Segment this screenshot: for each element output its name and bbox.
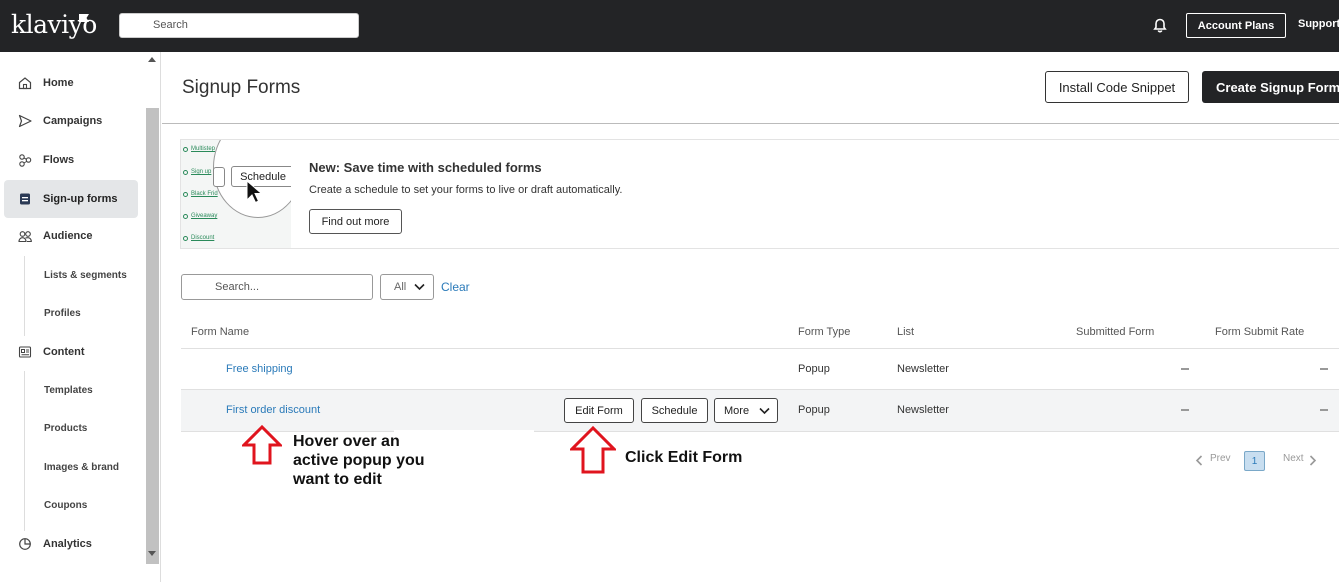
sidebar-subitem-images-brand[interactable]: Images & brand [44, 462, 119, 473]
table-header-divider [181, 348, 1339, 349]
chevron-left-icon[interactable] [1195, 455, 1203, 466]
cursor-icon [246, 180, 262, 204]
column-header-list[interactable]: List [897, 326, 914, 338]
sidebar-item-analytics[interactable]: Analytics [0, 525, 140, 563]
page-title: Signup Forms [182, 77, 301, 98]
submit-rate-empty-dash [1320, 409, 1328, 411]
form-list-cell: Newsletter [897, 404, 949, 416]
install-code-snippet-button[interactable]: Install Code Snippet [1045, 71, 1189, 103]
sidebar-item-sign-up-forms[interactable]: Sign-up forms [4, 180, 138, 218]
sidebar-item-label: Campaigns [43, 115, 103, 127]
status-filter-select[interactable]: All [380, 274, 434, 300]
scroll-down-arrow-icon[interactable] [148, 551, 156, 556]
hover-instruction-note: Hover over an active popup you want to e… [293, 432, 425, 489]
banner-title: New: Save time with scheduled forms [309, 160, 542, 175]
prev-page-button[interactable]: Prev [1210, 453, 1231, 464]
sidebar-item-label: Audience [43, 230, 93, 242]
sidebar-item-home[interactable]: Home [0, 64, 140, 102]
form-list-cell: Newsletter [897, 363, 949, 375]
banner-description: Create a schedule to set your forms to l… [309, 184, 623, 196]
search-icon [132, 20, 142, 30]
forms-search-input[interactable]: Search... [181, 274, 373, 300]
sidebar-subitem-lists-segments[interactable]: Lists & segments [44, 270, 127, 281]
create-signup-form-button[interactable]: Create Signup Form [1202, 71, 1339, 103]
column-header-form-type[interactable]: Form Type [798, 326, 850, 338]
form-name-link[interactable]: First order discount [226, 404, 320, 416]
sidebar-item-label: Analytics [43, 538, 92, 550]
illustration-list-item: Black Frid [183, 191, 218, 197]
sidebar-item-audience[interactable]: Audience [0, 217, 140, 255]
people-icon [18, 231, 32, 243]
scroll-up-arrow-icon[interactable] [148, 57, 156, 62]
chevron-right-icon[interactable] [1309, 455, 1317, 466]
chevron-down-icon [759, 407, 770, 415]
illustration-toggle [213, 167, 225, 187]
sidebar-item-content[interactable]: Content [0, 333, 140, 371]
support-link[interactable]: Support [1298, 18, 1339, 30]
scheduled-forms-banner: Multistep Sign up Black Frid Giveaway Di… [180, 139, 1339, 249]
illustration-list-item: Discount [183, 235, 214, 241]
content-icon [18, 346, 32, 358]
submitted-form-empty-dash [1181, 368, 1189, 370]
hover-note-line: Hover over an [293, 433, 400, 450]
sidebar: Home Campaigns Flows Sign-up forms Audie… [0, 52, 161, 582]
more-actions-label: More [724, 404, 750, 417]
sidebar-item-campaigns[interactable]: Campaigns [0, 102, 140, 140]
sidebar-item-flows[interactable]: Flows [0, 141, 140, 179]
sidebar-scrollbar-thumb[interactable] [146, 108, 159, 564]
sidebar-item-label: Flows [43, 154, 75, 166]
schedule-button[interactable]: Schedule [641, 398, 708, 423]
form-icon [20, 193, 30, 205]
submitted-form-empty-dash [1181, 409, 1189, 411]
top-bar: klaviyo Search Account Plans Support [0, 0, 1339, 52]
status-filter-value: All [394, 281, 407, 293]
sidebar-subitem-templates[interactable]: Templates [44, 385, 93, 396]
sidebar-item-label: Content [43, 346, 85, 358]
form-type-cell: Popup [798, 404, 830, 416]
sidebar-subitem-coupons[interactable]: Coupons [44, 500, 87, 511]
form-name-link[interactable]: Free shipping [226, 363, 293, 375]
main-content: Signup Forms Install Code Snippet Create… [162, 52, 1339, 582]
find-out-more-button[interactable]: Find out more [309, 209, 402, 234]
column-header-form-submit-rate[interactable]: Form Submit Rate [1215, 326, 1304, 338]
flows-icon [19, 154, 32, 167]
edit-form-button[interactable]: Edit Form [564, 398, 634, 423]
banner-illustration: Multistep Sign up Black Frid Giveaway Di… [181, 140, 291, 248]
form-type-cell: Popup [798, 363, 830, 375]
global-search-placeholder: Search [153, 19, 188, 31]
up-arrow-annotation-icon [570, 426, 616, 474]
more-actions-dropdown[interactable]: More [714, 398, 778, 423]
search-icon [194, 282, 204, 292]
sidebar-subitem-products[interactable]: Products [44, 423, 87, 434]
send-icon [18, 114, 32, 128]
audience-divider-line [24, 256, 25, 336]
column-header-form-name[interactable]: Form Name [191, 326, 249, 338]
hover-note-line: active popup you [293, 452, 425, 469]
analytics-icon [19, 538, 31, 550]
illustration-list-item: Multistep [183, 146, 215, 152]
global-search-input[interactable]: Search [119, 13, 359, 38]
hover-note-line: want to edit [293, 471, 382, 488]
header-divider [162, 123, 1339, 124]
up-arrow-annotation-icon [242, 425, 282, 465]
account-plans-button[interactable]: Account Plans [1186, 13, 1286, 38]
sidebar-item-label: Home [43, 77, 74, 89]
click-instruction-note: Click Edit Form [625, 449, 743, 466]
forms-search-placeholder: Search... [215, 281, 260, 293]
submit-rate-empty-dash [1320, 368, 1328, 370]
column-header-submitted-form[interactable]: Submitted Form [1076, 326, 1154, 338]
next-page-button[interactable]: Next [1283, 453, 1304, 464]
chevron-down-icon [414, 283, 425, 291]
illustration-list-item: Giveaway [183, 213, 217, 219]
clear-filters-link[interactable]: Clear [441, 280, 470, 294]
bell-icon[interactable] [1150, 16, 1170, 36]
content-divider-line [24, 371, 25, 531]
home-icon [18, 77, 32, 90]
sidebar-item-label: Sign-up forms [43, 193, 118, 205]
sidebar-subitem-profiles[interactable]: Profiles [44, 308, 81, 319]
illustration-list-item: Sign up [183, 169, 211, 175]
page-number-current[interactable]: 1 [1244, 451, 1265, 471]
